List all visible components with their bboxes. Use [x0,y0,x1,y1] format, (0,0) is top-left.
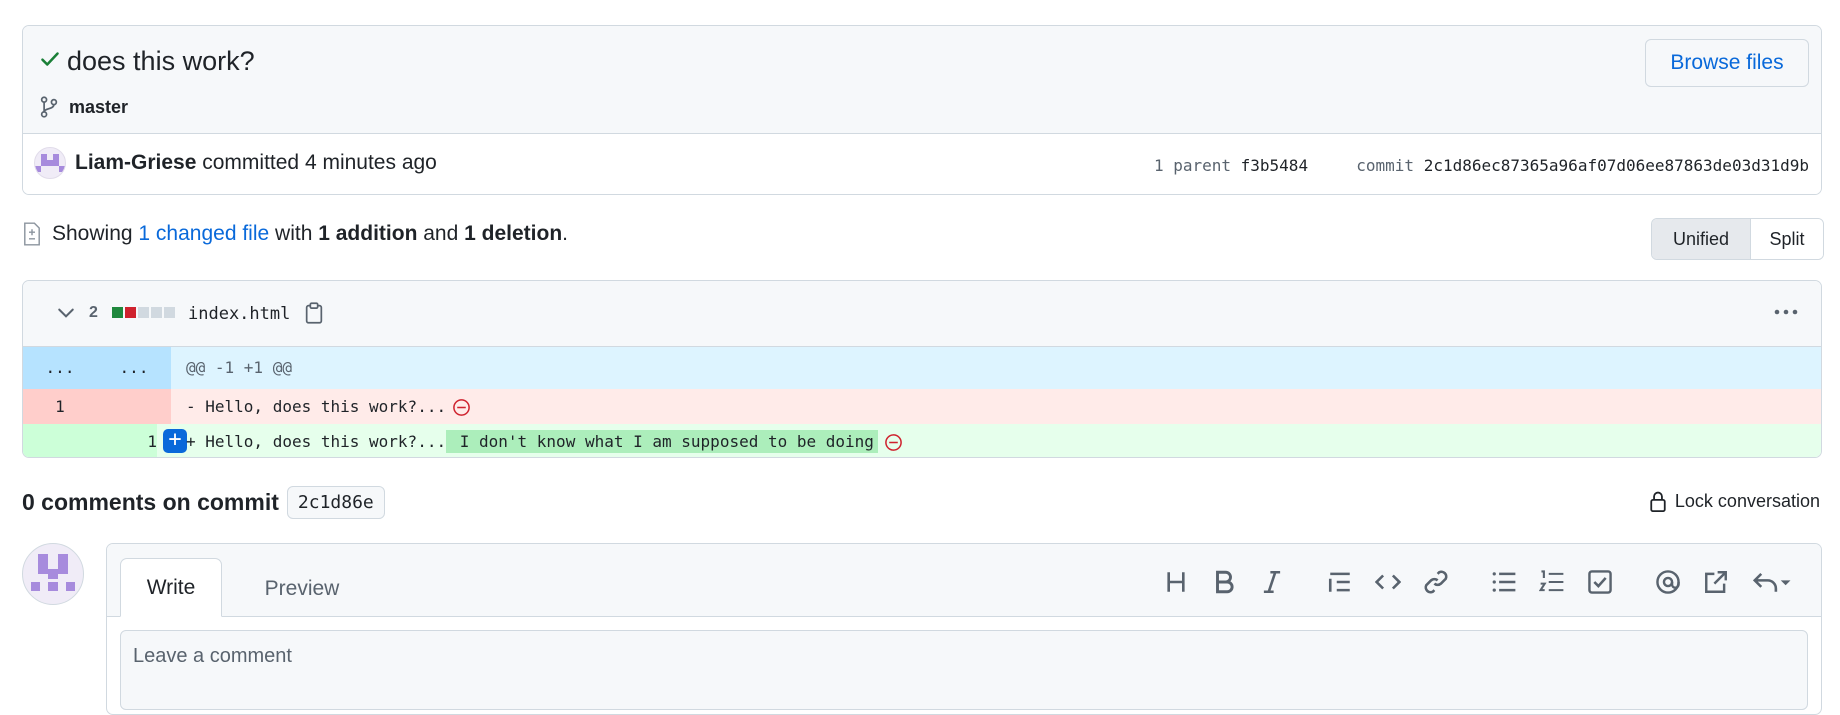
added-line-row: 1 + + Hello, does this work?... I don't … [23,424,1821,457]
comments-heading: 0 comments on commit 2c1d86e [22,486,385,519]
link-icon[interactable] [1423,569,1449,595]
commit-author-row: Liam-Griese committed 4 minutes ago 1 pa… [23,134,1821,194]
author-line: Liam-Griese committed 4 minutes ago [75,151,437,175]
file-diff-icon [24,222,40,246]
parent-label: 1 parent [1153,156,1231,175]
file-header: 2 index.html [23,281,1821,347]
avatar[interactable] [22,543,84,605]
numbered-list-icon[interactable] [1539,569,1565,595]
unified-button[interactable]: Unified [1652,219,1751,259]
summary-and: and [423,222,459,245]
mention-icon[interactable] [1655,569,1681,595]
reply-icon[interactable] [1751,569,1791,595]
deletions-count: 1 deletion [464,222,563,245]
additions-count: 1 addition [318,222,418,245]
editor-toolbar-bar: Write Preview [107,544,1821,617]
commit-sha-chip: 2c1d86e [286,486,385,519]
chevron-down-icon[interactable] [57,306,75,320]
diffstat-block [125,307,136,318]
tab-write[interactable]: Write [120,558,222,617]
parent-sha-link[interactable]: f3b5484 [1241,156,1308,175]
comment-editor: Write Preview Leave a comment [106,543,1822,715]
lock-conversation-button[interactable]: Lock conversation [1649,489,1820,513]
bold-icon[interactable] [1211,569,1237,595]
added-line-text: + Hello, does this work?... [186,432,447,451]
heading-icon[interactable] [1163,569,1189,595]
kebab-menu-icon[interactable] [1773,308,1799,316]
summary-suffix: . [562,222,569,245]
deleted-line-row: 1 - Hello, does this work?... [23,389,1821,424]
diffstat-block [151,307,162,318]
commit-header: does this work? master Browse files Liam… [22,25,1822,195]
bulleted-list-icon[interactable] [1491,569,1517,595]
summary-prefix: Showing [52,222,133,245]
copy-path-icon[interactable] [304,302,324,324]
commit-meta: 1 parent f3b5484 commit 2c1d86ec87365a96… [1154,156,1809,175]
new-line-number-empty [97,389,171,424]
hunk-header-text: @@ -1 +1 @@ [186,358,292,377]
diffstat-block [164,307,175,318]
commit-sha: 2c1d86ec87365a96af07d06ee87863de03d31d9b [1423,156,1809,175]
avatar[interactable] [34,147,66,179]
deleted-line-code: - Hello, does this work?... [186,389,471,424]
diffstat-block [138,307,149,318]
split-button[interactable]: Split [1751,219,1823,259]
diffstat-block [112,307,123,318]
code-icon[interactable] [1375,569,1401,595]
commit-title: does this work? [67,46,255,76]
reference-icon[interactable] [1703,569,1729,595]
hunk-header-row: ... ... @@ -1 +1 @@ [23,347,1821,389]
diffstat-count: 2 [89,304,98,321]
file-name-link[interactable]: index.html [188,304,290,324]
add-comment-button[interactable]: + [163,429,187,453]
new-line-number[interactable]: 1 [97,424,157,457]
tab-preview[interactable]: Preview [247,560,357,617]
lock-icon [1650,491,1666,513]
author-link[interactable]: Liam-Griese [75,151,196,174]
lock-conversation-label: Lock conversation [1674,490,1820,511]
diffstat-blocks [112,307,175,318]
summary-with: with [275,222,313,245]
file-diff: 2 index.html ... ... @@ -1 +1 @@ 1 - Hel… [22,280,1822,458]
commit-time[interactable]: 4 minutes ago [305,151,437,174]
diff-summary: Showing 1 changed file with 1 addition a… [22,222,568,246]
quote-icon[interactable] [1327,569,1353,595]
task-list-icon[interactable] [1587,569,1613,595]
browse-files-button[interactable]: Browse files [1645,39,1809,87]
comments-count: 0 comments on commit [22,489,279,515]
old-line-number[interactable]: 1 [23,389,97,424]
commit-action: committed [202,151,300,174]
branch-name[interactable]: master [69,97,128,118]
hunk-expand-right[interactable]: ... [97,347,171,389]
old-line-number-empty [23,424,97,457]
comment-textarea[interactable]: Leave a comment [120,630,1808,710]
check-icon [41,52,59,66]
git-branch-icon [40,96,58,118]
no-newline-icon [453,399,470,416]
italic-icon[interactable] [1259,569,1285,595]
deleted-line-text: - Hello, does this work?... [186,397,447,416]
no-newline-icon [885,434,902,451]
commit-label: commit [1356,156,1415,175]
commit-summary-panel: does this work? master Browse files [23,26,1821,134]
changed-files-link[interactable]: 1 changed file [138,222,269,246]
added-word-highlight: I don't know what I am supposed to be do… [446,430,878,453]
diff-view-toggle: Unified Split [1651,218,1824,260]
hunk-expand-left[interactable]: ... [23,347,97,389]
added-line-code: + Hello, does this work?... I don't know… [186,424,903,457]
